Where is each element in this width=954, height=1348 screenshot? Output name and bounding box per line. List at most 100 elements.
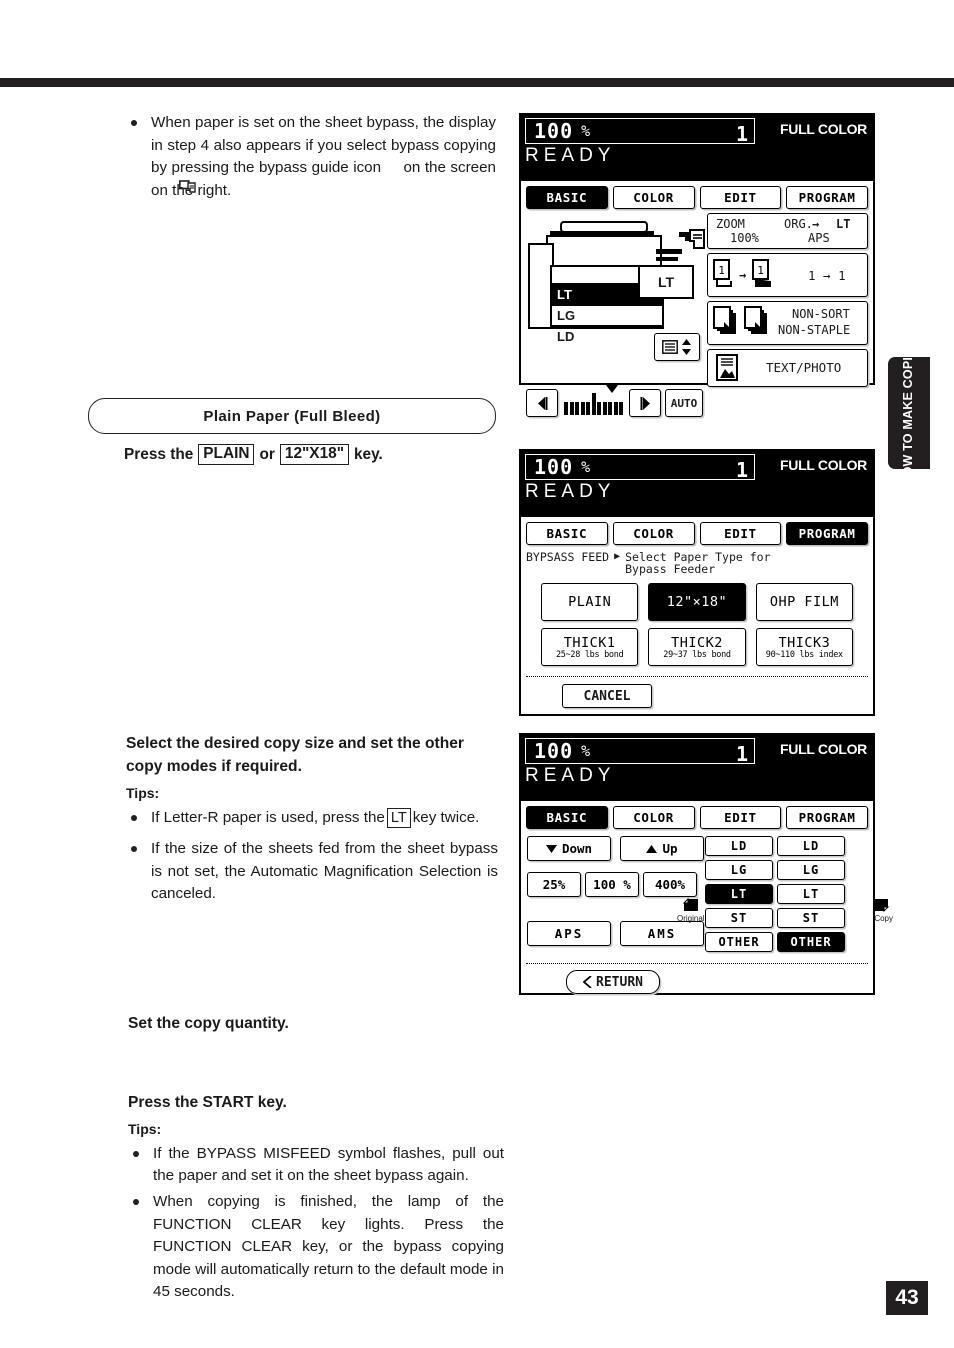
- tray-row-ld[interactable]: LD: [552, 327, 662, 346]
- svg-text:1: 1: [757, 264, 764, 277]
- lcd2-tab-edit[interactable]: EDIT: [699, 522, 782, 545]
- tip-ams-canceled: If the size of the sheets fed from the s…: [126, 838, 498, 906]
- lcd2-copy-quantity: 1: [735, 458, 748, 482]
- paper-type-thick1-label: THICK1: [563, 634, 616, 651]
- lcd2-breadcrumb-root: BYPSASS FEED: [526, 550, 610, 564]
- lcd1-org-label: ORG.: [784, 217, 813, 231]
- section-pill-label: Plain Paper (Full Bleed): [203, 407, 381, 425]
- lcd1-body: BASIC COLOR EDIT PROGRAM LT LG LD LT ZOO…: [521, 181, 873, 417]
- density-pointer-icon: [606, 385, 618, 393]
- paper-type-plain[interactable]: PLAIN: [541, 583, 639, 621]
- original-paper-icon: [683, 898, 698, 911]
- lcd1-finisher-panel[interactable]: NON-SORT NON-STAPLE: [707, 301, 868, 345]
- lcd3-tab-basic[interactable]: BASIC: [526, 806, 608, 829]
- lcd1-tab-basic[interactable]: BASIC: [526, 186, 608, 209]
- paper-type-thick2[interactable]: THICK2 29~37 lbs bond: [648, 628, 746, 666]
- original-size-st[interactable]: ST: [705, 908, 773, 928]
- copy-size-column: LD LG LT ST OTHER: [777, 836, 845, 957]
- original-size-lg[interactable]: LG: [705, 860, 773, 880]
- lcd1-tab-program[interactable]: PROGRAM: [786, 186, 868, 209]
- lcd3-return-button[interactable]: RETURN: [566, 970, 660, 994]
- lcd2-tab-basic[interactable]: BASIC: [526, 522, 608, 545]
- zoom-down-button[interactable]: Down: [527, 836, 611, 861]
- paper-type-thick3[interactable]: THICK3 90~110 lbs index: [755, 628, 853, 666]
- bypass-size-indicator[interactable]: LT: [638, 265, 694, 299]
- tip-bypass-misfeed: If the BYPASS MISFEED symbol flashes, pu…: [128, 1143, 504, 1188]
- lcd1-percent-sign: %: [581, 122, 591, 140]
- lcd1-original-mode-panel[interactable]: TEXT/PHOTO: [707, 349, 868, 387]
- paper-type-12x18[interactable]: 12"×18": [648, 583, 746, 621]
- paper-type-thick3-label: THICK3: [778, 634, 831, 651]
- paper-type-ohp-film[interactable]: OHP FILM: [755, 583, 853, 621]
- density-lighter-button[interactable]: [526, 389, 558, 417]
- lcd1-zoom-panel[interactable]: ZOOM 100% ORG. → LT APS: [707, 213, 868, 249]
- svg-text:1: 1: [718, 264, 725, 277]
- left-triangle-icon: [537, 396, 547, 410]
- lcd2-cancel-button[interactable]: CANCEL: [562, 684, 652, 708]
- lcd3-tab-color[interactable]: COLOR: [612, 806, 695, 829]
- bypass-guide-hand-icon[interactable]: [678, 229, 706, 251]
- copy-size-lt[interactable]: LT: [777, 884, 845, 904]
- zoom-up-label: Up: [662, 841, 678, 856]
- zoom-preset-400[interactable]: 400%: [643, 872, 697, 897]
- key-lt: LT: [386, 807, 411, 828]
- lcd2-tab-row: BASIC COLOR EDIT PROGRAM: [521, 517, 873, 545]
- lcd2-status-text: READY: [525, 481, 616, 502]
- lcd1-copy-quantity: 1: [735, 122, 748, 146]
- lcd1-copier-illustration[interactable]: LT LG LD LT: [526, 213, 705, 365]
- lcd1-tab-edit[interactable]: EDIT: [699, 186, 782, 209]
- lcd2-footer: CANCEL: [526, 676, 868, 708]
- lcd3-color-mode: FULL COLOR: [780, 741, 867, 757]
- copy-size-ld[interactable]: LD: [777, 836, 845, 856]
- lcd3-copy-quantity: 1: [735, 742, 748, 766]
- lcd2-tab-color[interactable]: COLOR: [612, 522, 695, 545]
- lcd2-tab-program[interactable]: PROGRAM: [786, 522, 868, 545]
- original-size-lt[interactable]: LT: [705, 884, 773, 904]
- aps-button[interactable]: APS: [527, 921, 611, 946]
- paper-type-thick1[interactable]: THICK1 25~28 lbs bond: [541, 628, 639, 666]
- lcd2-status-bar: 100 % 1 FULL COLOR READY: [521, 451, 873, 517]
- lcd3-main-area: Down Up 25% 100 % 400% APS AMS Original …: [521, 829, 893, 957]
- original-size-ld[interactable]: LD: [705, 836, 773, 856]
- density-level-slider[interactable]: [562, 385, 625, 415]
- lcd2-breadcrumb-detail: Select Paper Type for Bypass Feeder: [625, 551, 770, 575]
- copy-size-other[interactable]: OTHER: [777, 932, 845, 952]
- lcd-screen-paper-type[interactable]: 100 % 1 FULL COLOR READY BASIC COLOR EDI…: [519, 449, 875, 716]
- copy-size-lg[interactable]: LG: [777, 860, 845, 880]
- lcd3-status-text: READY: [525, 765, 616, 786]
- lcd-screen-basic[interactable]: 100 % 1 FULL COLOR READY BASIC COLOR EDI…: [519, 113, 875, 417]
- lcd3-tab-program[interactable]: PROGRAM: [786, 806, 868, 829]
- original-label: Original: [677, 914, 705, 923]
- lcd1-finisher-line2: NON-STAPLE: [778, 323, 851, 337]
- tip-letter-r: If Letter-R paper is used, press the LT ke…: [126, 807, 498, 830]
- step-select-copy-size: Select the desired copy size and set the…: [126, 733, 498, 915]
- lcd1-ratio-box: 100 % 1: [525, 118, 755, 146]
- zoom-up-button[interactable]: Up: [620, 836, 704, 861]
- ams-button[interactable]: AMS: [620, 921, 704, 946]
- density-darker-button[interactable]: [629, 389, 661, 417]
- zoom-preset-25[interactable]: 25%: [527, 872, 581, 897]
- right-triangle-icon: [640, 396, 650, 410]
- lcd2-breadcrumb-detail-line2: Bypass Feeder: [625, 562, 716, 576]
- non-staple-icon: [744, 306, 767, 334]
- lcd1-ratio: 100: [534, 119, 574, 143]
- copy-label: Copy: [874, 914, 893, 923]
- original-size-other[interactable]: OTHER: [705, 932, 773, 952]
- lcd3-status-bar: 100 % 1 FULL COLOR READY: [521, 735, 873, 801]
- density-auto-button[interactable]: AUTO: [665, 389, 703, 417]
- bypass-tray-arm-lower: [656, 257, 678, 261]
- lcd1-paper-feed-button[interactable]: [654, 333, 700, 361]
- copy-size-st[interactable]: ST: [777, 908, 845, 928]
- lcd2-body: BASIC COLOR EDIT PROGRAM BYPSASS FEED ▶ …: [521, 517, 873, 714]
- text-photo-icon: [716, 354, 738, 381]
- lcd1-tab-color[interactable]: COLOR: [612, 186, 695, 209]
- lcd3-tab-edit[interactable]: EDIT: [699, 806, 782, 829]
- key-12x18: 12"X18": [279, 444, 349, 465]
- zoom-preset-100[interactable]: 100 %: [585, 872, 639, 897]
- lcd1-duplex-panel[interactable]: 1 → 1 1 → 1: [707, 253, 868, 297]
- step-start-tips-label: Tips:: [128, 1120, 162, 1137]
- lcd3-percent-sign: %: [581, 742, 591, 760]
- note-bypass-guide: When paper is set on the sheet bypass, t…: [126, 112, 496, 202]
- tray-row-lg[interactable]: LG: [552, 306, 662, 327]
- lcd-screen-copy-size[interactable]: 100 % 1 FULL COLOR READY BASIC COLOR EDI…: [519, 733, 893, 995]
